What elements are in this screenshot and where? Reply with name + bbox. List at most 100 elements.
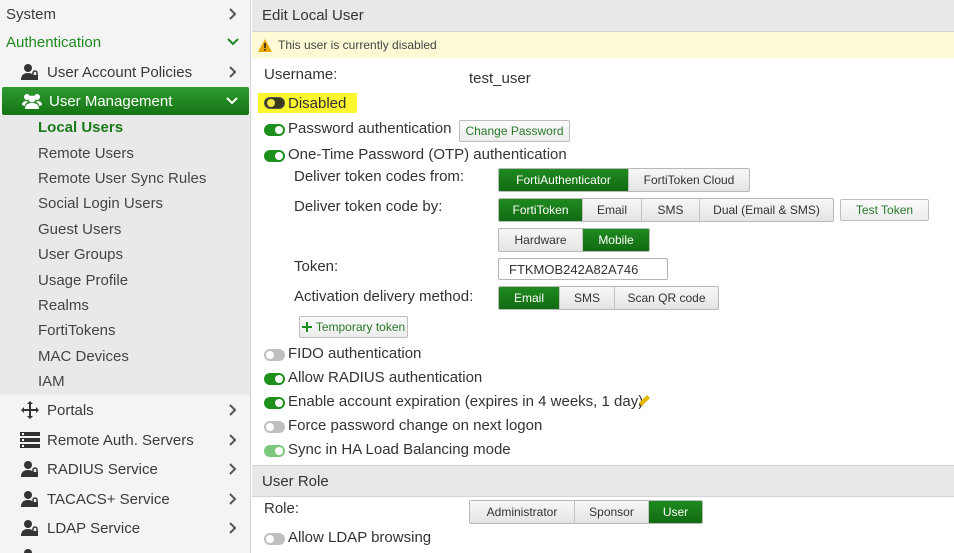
disabled-toggle[interactable] — [264, 97, 285, 109]
option-scan-qr-code[interactable]: Scan QR code — [614, 287, 718, 309]
nav-radius-service-label: RADIUS Service — [47, 460, 158, 478]
activation-method-selector: Email SMS Scan QR code — [498, 286, 719, 310]
nav-portals[interactable]: Portals — [0, 396, 250, 424]
plus-icon — [301, 322, 312, 332]
nav-authentication-label: Authentication — [6, 33, 102, 51]
expiration-toggle[interactable] — [264, 397, 285, 409]
option-activation-sms[interactable]: SMS — [559, 287, 614, 309]
otp-toggle[interactable] — [264, 150, 285, 162]
panel-title: Edit Local User — [252, 0, 954, 32]
nav-remote-auth-servers[interactable]: Remote Auth. Servers — [0, 426, 250, 454]
change-password-button-label: Change Password — [465, 124, 564, 138]
sync-ha-label: Sync in HA Load Balancing mode — [288, 441, 511, 458]
nav-portals-label: Portals — [47, 401, 94, 419]
portals-icon — [20, 401, 40, 419]
password-auth-toggle[interactable] — [264, 124, 285, 136]
option-mobile[interactable]: Mobile — [582, 229, 649, 251]
expiration-label: Enable account expiration (expires in 4 … — [288, 393, 644, 410]
nav-social-login-users[interactable]: Social Login Users — [0, 191, 250, 216]
nav-system-label: System — [6, 5, 57, 23]
test-token-button[interactable]: Test Token — [840, 199, 929, 221]
radius-toggle[interactable] — [264, 373, 285, 385]
nav-user-groups[interactable]: User Groups — [0, 242, 250, 267]
change-password-button[interactable]: Change Password — [459, 120, 570, 142]
nav-remote-users-label: Remote Users — [38, 144, 134, 162]
nav-fortitokens[interactable]: FortiTokens — [0, 318, 250, 343]
nav-system[interactable]: System — [0, 0, 250, 28]
option-fortitoken-cloud[interactable]: FortiToken Cloud — [628, 169, 749, 191]
nav-remote-user-sync-rules-label: Remote User Sync Rules — [38, 169, 207, 187]
panel-title-text: Edit Local User — [262, 7, 364, 24]
nav-remote-user-sync-rules[interactable]: Remote User Sync Rules — [0, 166, 250, 191]
nav-authentication[interactable]: Authentication — [0, 28, 250, 56]
nav-ldap-service-label: LDAP Service — [47, 519, 141, 537]
pencil-icon[interactable] — [638, 394, 651, 407]
option-activation-email[interactable]: Email — [499, 287, 559, 309]
temporary-token-button[interactable]: Temporary token — [299, 316, 408, 338]
nav-user-management[interactable]: User Management — [2, 87, 249, 115]
force-password-change-label: Force password change on next logon — [288, 417, 543, 434]
username-label: Username: — [264, 66, 338, 83]
nav-remote-users[interactable]: Remote Users — [0, 140, 250, 165]
nav-guest-users-label: Guest Users — [38, 220, 122, 238]
nav-ldap-service[interactable]: LDAP Service — [0, 514, 250, 542]
deliver-from-selector: FortiAuthenticator FortiToken Cloud — [498, 168, 750, 192]
user-lock-icon — [20, 460, 40, 478]
token-input[interactable]: FTKMOB242A82A746 — [498, 258, 668, 280]
ldap-browsing-label: Allow LDAP browsing — [288, 529, 432, 546]
nav-user-management-label: User Management — [49, 92, 173, 110]
user-lock-icon — [20, 490, 40, 508]
option-dual[interactable]: Dual (Email & SMS) — [699, 199, 833, 221]
user-role-section-title: User Role — [252, 465, 954, 497]
fido-label: FIDO authentication — [288, 345, 422, 362]
chevron-right-icon — [229, 463, 237, 475]
chevron-right-icon — [229, 434, 237, 446]
nav-realms[interactable]: Realms — [0, 293, 250, 318]
disabled-label: Disabled — [288, 95, 347, 112]
chevron-right-icon — [229, 404, 237, 416]
user-role-title-text: User Role — [262, 472, 329, 490]
sidebar: System Authentication User Account Polic… — [0, 0, 251, 553]
chevron-right-icon — [229, 493, 237, 505]
password-auth-label: Password authentication — [288, 120, 452, 137]
nav-next-item-cutoff[interactable] — [0, 543, 250, 553]
nav-tacacs-service[interactable]: TACACS+ Service — [0, 485, 250, 513]
option-administrator[interactable]: Administrator — [470, 501, 574, 523]
option-sms[interactable]: SMS — [641, 199, 699, 221]
option-hardware[interactable]: Hardware — [499, 229, 582, 251]
otp-label: One-Time Password (OTP) authentication — [288, 146, 567, 163]
user-lock-icon — [20, 548, 40, 553]
force-password-change-toggle[interactable] — [264, 421, 285, 433]
nav-social-login-users-label: Social Login Users — [38, 195, 164, 213]
user-management-submenu: Local Users Remote Users Remote User Syn… — [0, 115, 250, 395]
nav-fortitokens-label: FortiTokens — [38, 322, 116, 340]
role-label: Role: — [264, 500, 300, 517]
chevron-right-icon — [229, 66, 237, 78]
sync-ha-toggle[interactable] — [264, 445, 285, 457]
chevron-right-icon — [229, 522, 237, 534]
option-user[interactable]: User — [648, 501, 702, 523]
nav-usage-profile-label: Usage Profile — [38, 271, 129, 289]
option-sponsor[interactable]: Sponsor — [574, 501, 648, 523]
chevron-down-icon — [226, 97, 238, 105]
nav-local-users[interactable]: Local Users — [0, 115, 250, 140]
chevron-down-icon — [227, 38, 239, 46]
option-fortiauthenticator[interactable]: FortiAuthenticator — [499, 169, 628, 191]
nav-radius-service[interactable]: RADIUS Service — [0, 455, 250, 483]
nav-mac-devices[interactable]: MAC Devices — [0, 344, 250, 369]
nav-realms-label: Realms — [38, 296, 89, 314]
users-icon — [22, 92, 42, 110]
deliver-by-label: Deliver token code by: — [294, 198, 443, 215]
nav-iam[interactable]: IAM — [0, 369, 250, 394]
warning-text: This user is currently disabled — [278, 38, 437, 52]
test-token-button-label: Test Token — [855, 203, 914, 217]
fido-toggle[interactable] — [264, 349, 285, 361]
nav-user-account-policies[interactable]: User Account Policies — [0, 58, 250, 86]
ldap-browsing-toggle[interactable] — [264, 533, 285, 545]
option-fortitoken[interactable]: FortiToken — [499, 199, 582, 221]
user-lock-icon — [20, 63, 40, 81]
deliver-from-label: Deliver token codes from: — [294, 168, 465, 185]
nav-guest-users[interactable]: Guest Users — [0, 217, 250, 242]
option-email[interactable]: Email — [582, 199, 641, 221]
nav-usage-profile[interactable]: Usage Profile — [0, 267, 250, 292]
